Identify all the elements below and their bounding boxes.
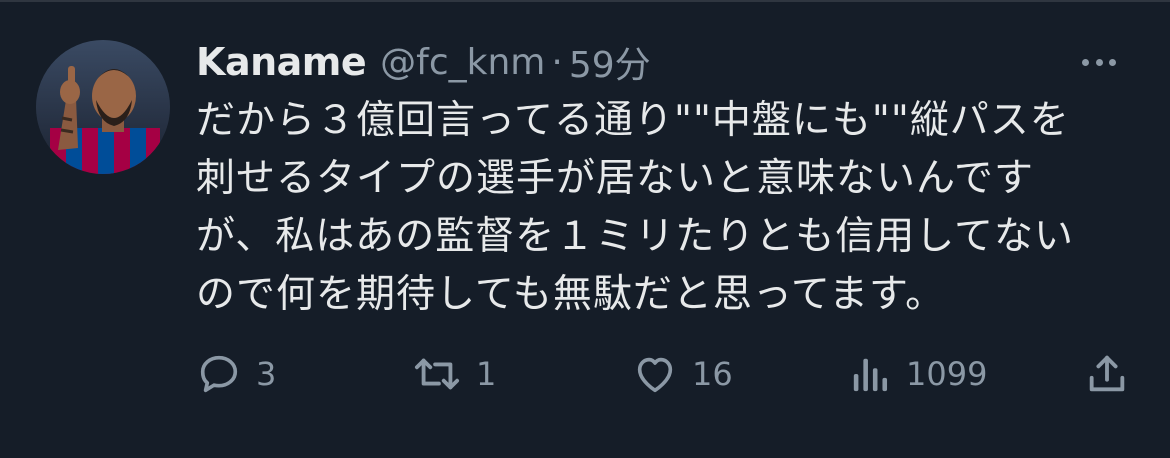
- more-dot: [1109, 58, 1116, 66]
- like-button[interactable]: 16: [632, 346, 733, 402]
- reply-count: 3: [256, 355, 277, 393]
- tweet-header: Kaname @fc_knm · 59分: [196, 38, 651, 86]
- more-dot: [1095, 58, 1103, 66]
- reply-icon: [200, 355, 238, 393]
- top-divider: [0, 0, 1170, 2]
- retweet-button[interactable]: 1: [412, 346, 496, 402]
- action-bar: 3 1 16 1099: [196, 346, 1136, 402]
- handle[interactable]: @fc_knm: [380, 42, 545, 83]
- like-count: 16: [692, 355, 733, 393]
- views-button[interactable]: 1099: [850, 346, 987, 402]
- retweet-count: 1: [476, 355, 497, 393]
- avatar[interactable]: [36, 40, 170, 174]
- more-options-icon[interactable]: [1082, 50, 1116, 74]
- retweet-icon: [414, 358, 460, 390]
- display-name[interactable]: Kaname: [196, 40, 367, 84]
- more-dot: [1082, 58, 1089, 66]
- tweet-text: だから３億回言ってる通り""中盤にも""縦パスを 刺せるタイプの選手が居ないと意…: [196, 98, 1075, 317]
- timestamp[interactable]: 59分: [569, 36, 651, 88]
- views-count: 1099: [906, 355, 988, 393]
- heart-icon: [637, 357, 673, 393]
- share-button[interactable]: [1084, 346, 1130, 402]
- user-avatar-photo: [36, 40, 170, 174]
- views-icon: [853, 358, 888, 392]
- reply-button[interactable]: 3: [196, 346, 276, 402]
- separator-dot: ·: [551, 41, 563, 83]
- share-icon: [1089, 355, 1125, 392]
